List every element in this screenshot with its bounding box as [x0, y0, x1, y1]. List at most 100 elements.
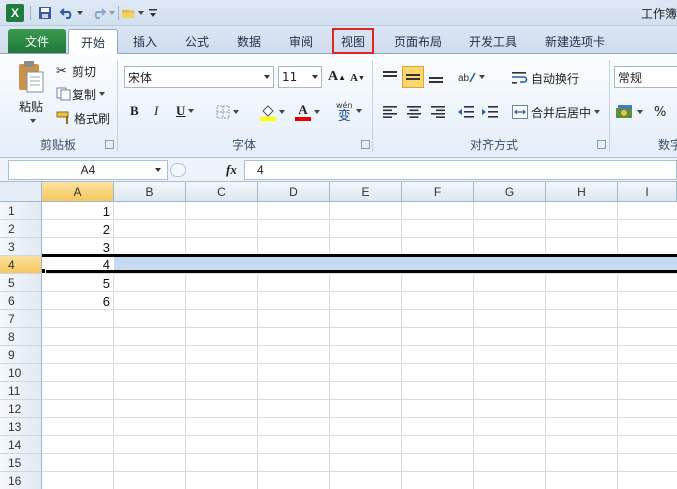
redo-icon[interactable]	[90, 4, 116, 22]
formula-input[interactable]: 4	[244, 160, 677, 180]
tab-developer[interactable]: 开发工具	[460, 29, 526, 53]
tab-insert[interactable]: 插入	[122, 29, 168, 53]
fill-color-button[interactable]	[260, 102, 285, 122]
save-icon[interactable]	[36, 4, 54, 22]
accounting-format-button[interactable]	[616, 102, 643, 122]
cell-a3[interactable]: 3	[42, 238, 114, 256]
align-center-icon	[407, 106, 421, 118]
name-box[interactable]: A4	[8, 160, 168, 180]
align-top-button[interactable]	[380, 66, 400, 88]
row-header-6[interactable]: 6	[0, 292, 42, 310]
merge-center-icon	[512, 105, 528, 119]
merge-center-label: 合并后居中	[531, 105, 592, 120]
column-header-b[interactable]: B	[114, 182, 186, 202]
row-header-10[interactable]: 10	[0, 364, 42, 382]
grow-font-button[interactable]: A ▲	[328, 67, 346, 87]
row-header-8[interactable]: 8	[0, 328, 42, 346]
customize-qat-icon[interactable]	[148, 4, 158, 22]
column-header-i[interactable]: I	[618, 182, 677, 202]
column-header-g[interactable]: G	[474, 182, 546, 202]
borders-button[interactable]	[216, 103, 239, 121]
font-color-swatch	[295, 117, 311, 121]
select-all-button[interactable]	[0, 182, 42, 202]
font-color-button[interactable]: A	[295, 102, 320, 122]
group-separator	[117, 60, 118, 152]
row-header-13[interactable]: 13	[0, 418, 42, 436]
folder-icon[interactable]	[122, 4, 144, 22]
cell-a1[interactable]: 1	[42, 202, 114, 220]
decrease-indent-button[interactable]	[456, 102, 476, 122]
increase-indent-button[interactable]	[480, 102, 500, 122]
tab-review[interactable]: 审阅	[278, 29, 324, 53]
excel-logo-icon: X	[6, 4, 24, 22]
cut-button[interactable]: ✂ 剪切	[56, 62, 96, 80]
align-left-button[interactable]	[380, 102, 400, 122]
copy-button[interactable]: 复制	[56, 85, 106, 103]
gridline	[42, 363, 677, 364]
cell-a4[interactable]: 4	[42, 256, 114, 272]
orientation-button[interactable]: ab	[458, 66, 485, 88]
accounting-icon	[616, 105, 632, 118]
underline-label: U	[176, 103, 186, 118]
percent-button[interactable]: %	[654, 102, 666, 122]
insert-function-icon[interactable]: fx	[226, 162, 237, 178]
row-header-1[interactable]: 1	[0, 202, 42, 220]
row-header-5[interactable]: 5	[0, 274, 42, 292]
format-painter-button[interactable]: 格式刷	[56, 109, 110, 127]
column-header-d[interactable]: D	[258, 182, 330, 202]
row-header-16[interactable]: 16	[0, 472, 42, 489]
phonetic-button[interactable]: wén 变	[336, 98, 362, 124]
cell-a5[interactable]: 5	[42, 274, 114, 292]
row-header-14[interactable]: 14	[0, 436, 42, 454]
bold-button[interactable]: B	[130, 102, 146, 120]
cell-a6[interactable]: 6	[42, 292, 114, 310]
chevron-down-icon	[155, 168, 161, 172]
underline-button[interactable]: U	[176, 102, 202, 120]
font-name-select[interactable]: 宋体	[124, 66, 274, 88]
tab-file[interactable]: 文件	[8, 29, 66, 53]
tab-data[interactable]: 数据	[226, 29, 272, 53]
wrap-text-button[interactable]: 自动换行	[512, 68, 579, 88]
column-header-e[interactable]: E	[330, 182, 402, 202]
row-header-9[interactable]: 9	[0, 346, 42, 364]
align-bottom-button[interactable]	[426, 66, 446, 88]
shrink-font-button[interactable]: A ▼	[350, 69, 365, 87]
column-header-h[interactable]: H	[546, 182, 618, 202]
font-size-select[interactable]: 11	[278, 66, 322, 88]
align-middle-button[interactable]	[402, 66, 424, 88]
row-header-7[interactable]: 7	[0, 310, 42, 328]
align-center-button[interactable]	[404, 102, 424, 122]
column-header-f[interactable]: F	[402, 182, 474, 202]
excel-window: X 工作簿 文件 开始 插入 公式 数据 审阅 视图 页面布局 开发工具 新建选…	[0, 0, 677, 489]
alignment-launcher-icon[interactable]	[597, 140, 606, 149]
row-header-12[interactable]: 12	[0, 400, 42, 418]
tab-home[interactable]: 开始	[68, 29, 118, 54]
merge-center-button[interactable]: 合并后居中	[512, 102, 601, 122]
italic-button[interactable]: I	[154, 102, 170, 120]
spreadsheet-grid[interactable]: A B C D E F G H I 1 2 3 4 5 6 7 8 9 10 1…	[0, 182, 677, 489]
clipboard-launcher-icon[interactable]	[105, 140, 114, 149]
font-launcher-icon[interactable]	[361, 140, 370, 149]
tab-page-layout[interactable]: 页面布局	[385, 29, 451, 53]
fill-color-icon	[260, 105, 276, 121]
gridline	[42, 471, 677, 472]
paste-button[interactable]: 粘贴	[10, 60, 52, 132]
row-header-2[interactable]: 2	[0, 220, 42, 238]
tab-new-tab[interactable]: 新建选项卡	[536, 29, 614, 53]
row-header-15[interactable]: 15	[0, 454, 42, 472]
row-header-4[interactable]: 4	[0, 256, 42, 274]
formula-bar-resize-handle[interactable]	[170, 163, 186, 177]
number-format-select[interactable]: 常规	[614, 66, 677, 88]
row-header-11[interactable]: 11	[0, 382, 42, 400]
tab-view[interactable]: 视图	[332, 28, 374, 54]
align-right-button[interactable]	[428, 102, 448, 122]
format-painter-icon	[56, 111, 69, 124]
row-header-3[interactable]: 3	[0, 238, 42, 256]
column-header-a[interactable]: A	[42, 182, 114, 202]
undo-icon[interactable]	[58, 4, 84, 22]
column-header-c[interactable]: C	[186, 182, 258, 202]
tab-formulas[interactable]: 公式	[172, 29, 222, 53]
align-middle-icon	[406, 71, 420, 83]
cell-a2[interactable]: 2	[42, 220, 114, 238]
align-top-icon	[383, 71, 397, 83]
